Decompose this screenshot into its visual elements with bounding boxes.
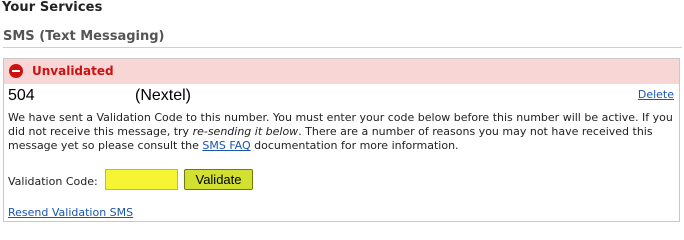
message-text: documentation for more information.	[250, 139, 459, 152]
validation-code-label: Validation Code:	[8, 175, 98, 188]
validation-code-input[interactable]	[105, 169, 178, 190]
status-bar: Unvalidated	[4, 59, 679, 84]
validation-message: We have sent a Validation Code to this n…	[8, 111, 676, 153]
validate-button[interactable]: Validate	[184, 169, 253, 190]
sms-service-card: Unvalidated 504 (Nextel) Delete We have …	[3, 58, 680, 222]
sms-faq-link[interactable]: SMS FAQ	[202, 139, 250, 152]
status-label: Unvalidated	[32, 64, 114, 78]
message-emphasis: re-sending it below	[192, 125, 299, 138]
page-title: Your Services	[2, 0, 103, 15]
resend-validation-link[interactable]: Resend Validation SMS	[8, 206, 133, 219]
carrier-name: (Nextel)	[135, 87, 192, 104]
phone-number: 504	[8, 87, 35, 104]
no-entry-icon	[9, 64, 23, 78]
delete-link[interactable]: Delete	[638, 88, 674, 101]
section-title: SMS (Text Messaging)	[3, 29, 165, 44]
section-divider	[3, 47, 682, 48]
